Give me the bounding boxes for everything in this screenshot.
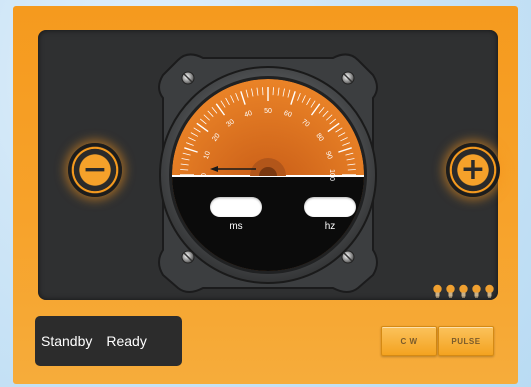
status-state: Standby xyxy=(41,333,93,349)
device-panel: 0 10 20 30 40 50 60 70 80 90 100 − + ms hz Standby… xyxy=(13,6,518,384)
display-area: 0 10 20 30 40 50 60 70 80 90 100 − + ms hz xyxy=(38,30,500,300)
bolt-icon xyxy=(341,71,355,85)
plus-icon: + xyxy=(460,152,486,187)
decrease-button[interactable]: − xyxy=(68,143,122,197)
gauge-tick xyxy=(262,87,264,96)
gauge-tick-label: 50 xyxy=(264,108,272,115)
minus-icon: − xyxy=(82,152,108,187)
hz-unit-label: hz xyxy=(324,221,336,232)
lightbulb-icon xyxy=(446,284,455,298)
pulse-mode-button[interactable]: PULSE xyxy=(438,326,494,356)
gauge-tick xyxy=(272,87,274,96)
bolt-icon xyxy=(181,71,195,85)
gauge-tick xyxy=(180,169,189,171)
hz-readout xyxy=(304,197,356,217)
status-detail: Ready xyxy=(106,333,147,349)
lightbulb-icon xyxy=(459,284,468,298)
bolt-icon xyxy=(341,250,355,264)
lightbulb-icon xyxy=(433,284,442,298)
ms-readout xyxy=(210,197,262,217)
indicator-bulbs xyxy=(432,284,495,299)
gauge-tick-label: 100 xyxy=(328,169,335,181)
ms-unit-label: ms xyxy=(229,221,243,232)
increase-button[interactable]: + xyxy=(446,143,500,197)
lightbulb-icon xyxy=(485,284,494,298)
gauge-tick xyxy=(347,169,356,171)
status-display: Standby Ready xyxy=(35,316,182,366)
lightbulb-icon xyxy=(472,284,481,298)
gauge-tick-label: 0 xyxy=(201,173,208,177)
cw-mode-button[interactable]: C W xyxy=(381,326,437,356)
bolt-icon xyxy=(181,250,195,264)
